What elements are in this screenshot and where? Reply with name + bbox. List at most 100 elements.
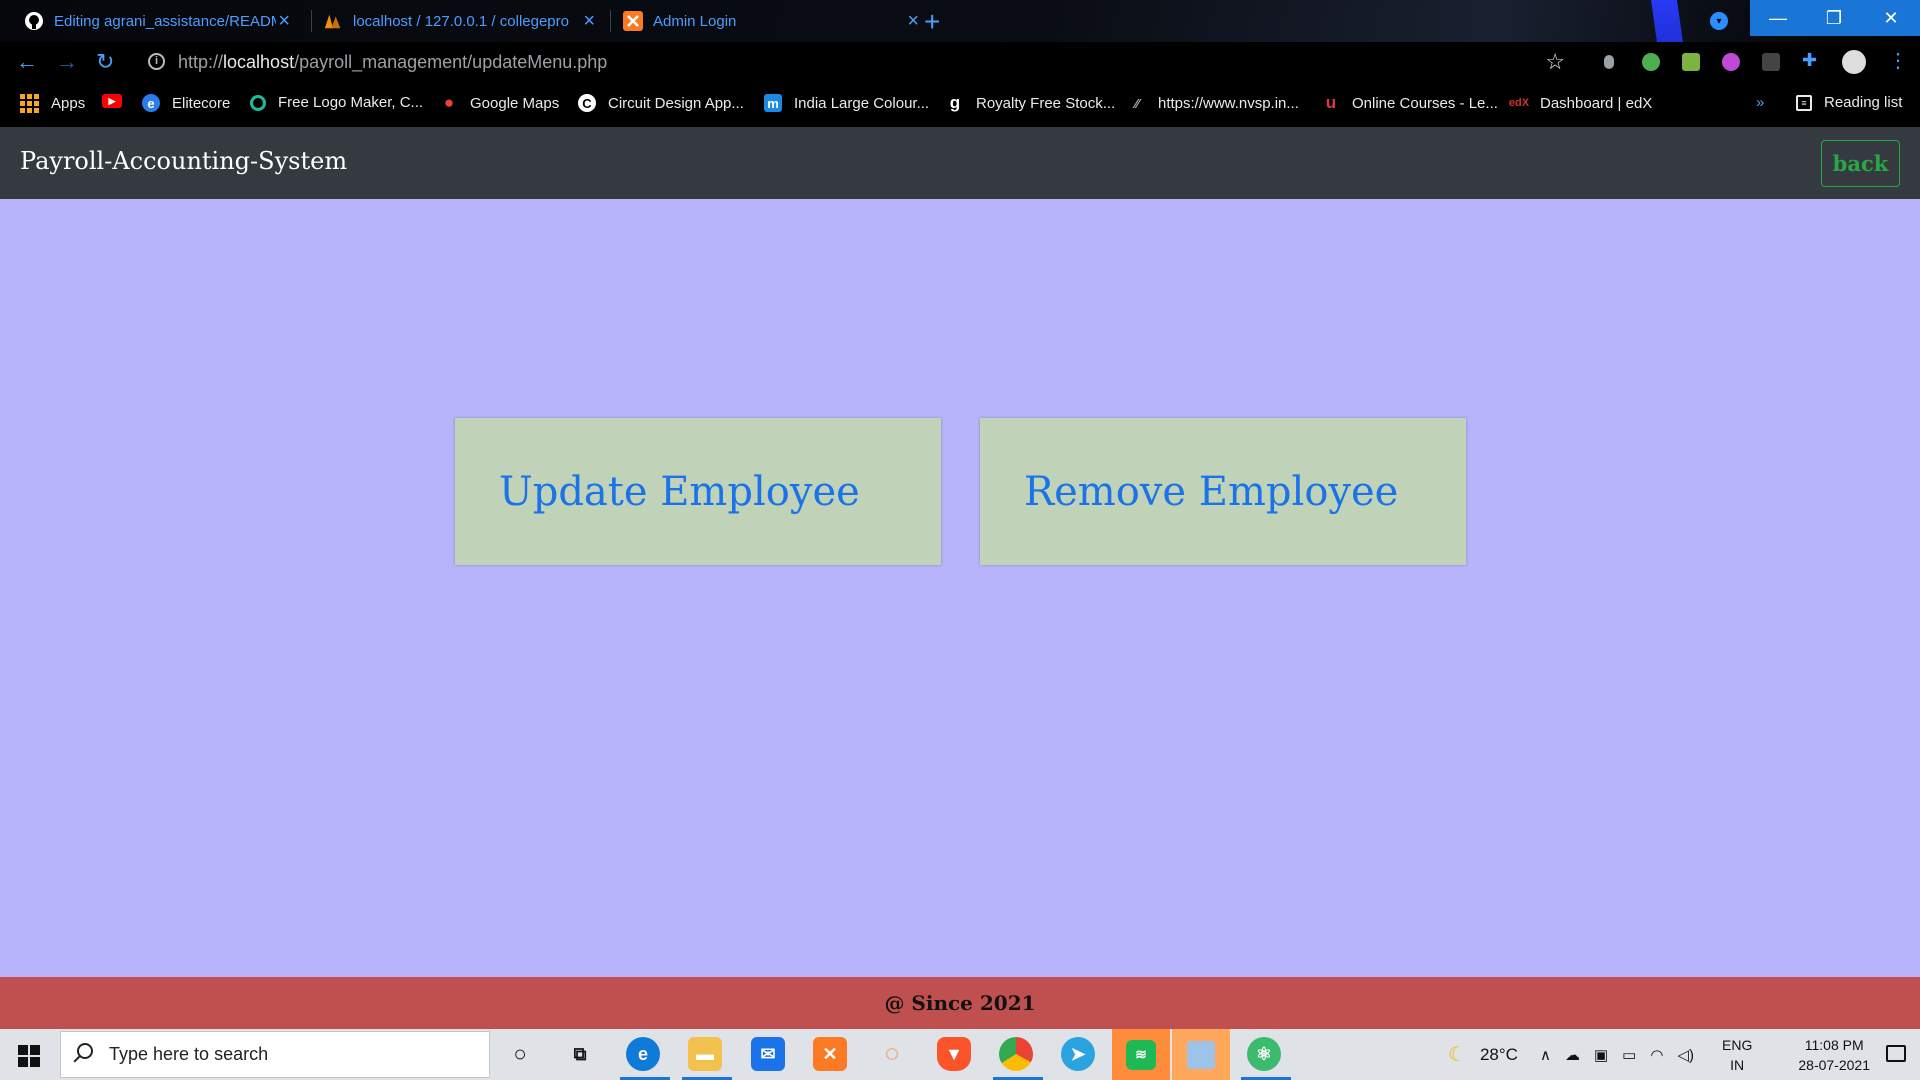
url-text[interactable]: http://localhost/payroll_management/upda… (178, 52, 607, 73)
system-tray: ∧ ☁ ▣ ▭ ◠ ◁) (1540, 1029, 1694, 1080)
reading-list-icon: ≡ (1796, 94, 1812, 111)
close-icon[interactable]: × (583, 11, 595, 31)
xampp-icon[interactable]: ✕ (813, 1037, 847, 1071)
restore-button[interactable]: ❐ (1806, 0, 1862, 36)
github-icon (24, 11, 44, 31)
address-bar[interactable]: i http://localhost/payroll_management/up… (136, 46, 1579, 78)
bookmark-star-icon[interactable]: ☆ (1545, 49, 1565, 75)
edx-icon: edX (1508, 97, 1530, 109)
top-navbar: Payroll-Accounting-System back (0, 127, 1920, 199)
brave-icon[interactable]: ▼ (937, 1037, 971, 1071)
search-icon (77, 1043, 93, 1059)
spotify-icon: ≋ (1126, 1039, 1156, 1070)
taskbar-search[interactable] (60, 1031, 490, 1078)
bookmark-royalty-free[interactable]: g Royalty Free Stock... (946, 93, 1115, 112)
info-icon[interactable]: i (148, 53, 165, 70)
reload-icon[interactable]: ↻ (96, 50, 114, 74)
remove-employee-link[interactable]: Remove Employee (980, 469, 1398, 515)
bookmark-elitecore[interactable]: e Elitecore (142, 94, 230, 112)
nvsp-icon: ⁄⁄ (1134, 95, 1140, 111)
notification-icon[interactable] (1886, 1045, 1906, 1062)
extension-icon[interactable] (1762, 53, 1780, 71)
google-maps-icon: ● (443, 93, 455, 112)
puzzle-icon[interactable]: ✚ (1802, 50, 1820, 70)
notepad-icon (1187, 1040, 1215, 1069)
search-input[interactable] (109, 1044, 469, 1065)
forward-arrow-icon[interactable]: → (56, 50, 78, 74)
reading-list-button[interactable]: ≡ Reading list (1796, 94, 1902, 111)
browser-tab-strip: Editing agrani_assistance/READM × localh… (0, 0, 1920, 42)
back-button[interactable]: back (1821, 140, 1900, 187)
tree-extension-icon[interactable] (1682, 53, 1700, 71)
logo-maker-icon (250, 94, 266, 111)
language-indicator[interactable]: ENG IN (1722, 1035, 1752, 1075)
map-icon: m (764, 94, 782, 112)
cloud-icon[interactable]: ☁ (1565, 1046, 1580, 1064)
bookmark-logo-maker[interactable]: Free Logo Maker, C... (250, 94, 423, 111)
bookmark-nvsp[interactable]: ⁄⁄ https://www.nvsp.in... (1128, 94, 1299, 112)
bookmarks-overflow-button[interactable]: » (1756, 94, 1764, 111)
chrome-icon[interactable] (999, 1037, 1033, 1071)
update-employee-link[interactable]: Update Employee (455, 469, 860, 515)
chevron-up-icon[interactable]: ∧ (1540, 1046, 1551, 1064)
bookmark-edx[interactable]: edX Dashboard | edX (1508, 94, 1652, 112)
windows-start-icon[interactable] (18, 1045, 40, 1067)
avatar[interactable] (1842, 50, 1866, 74)
volume-icon[interactable]: ◁) (1677, 1046, 1694, 1064)
remove-employee-card[interactable]: Remove Employee (980, 418, 1466, 565)
file-explorer-icon[interactable]: ▬ (688, 1037, 722, 1071)
windows-taskbar: ○ ⧉ e ▬ ✉ ✕ ◌ ▼ ➤ ≋ ⚛ ☾ 28°C ∧ ☁ ▣ ▭ ◠ ◁… (0, 1029, 1920, 1080)
bookmark-apps[interactable]: Apps (20, 94, 85, 113)
atom-icon[interactable]: ⚛ (1247, 1037, 1281, 1071)
bookmark-india-map[interactable]: m India Large Colour... (764, 94, 929, 112)
extension-icon[interactable] (1604, 55, 1614, 69)
new-tab-button[interactable]: + (924, 6, 940, 38)
cortana-icon[interactable]: ○ (503, 1037, 537, 1071)
bookmark-youtube[interactable]: ▶ (102, 94, 134, 108)
wifi-icon[interactable]: ◠ (1650, 1046, 1663, 1064)
moon-icon: ☾ (1448, 1044, 1466, 1066)
brand-title[interactable]: Payroll-Accounting-System (20, 147, 347, 175)
extension-icon[interactable] (1642, 53, 1660, 71)
apps-grid-icon (20, 94, 39, 113)
clock[interactable]: 11:08 PM 28-07-2021 (1798, 1035, 1870, 1075)
bookmarks-bar: Apps ▶ e Elitecore Free Logo Maker, C...… (0, 82, 1920, 127)
menu-kebab-icon[interactable]: ⋮ (1888, 48, 1908, 72)
battery-icon[interactable]: ▭ (1622, 1046, 1636, 1064)
udemy-icon: u (1325, 93, 1337, 112)
close-window-button[interactable]: ✕ (1862, 0, 1920, 36)
tab-title: Admin Login (653, 12, 737, 30)
notepad-button[interactable] (1172, 1029, 1230, 1080)
edge-icon[interactable]: e (626, 1037, 660, 1071)
bookmark-circuit-design[interactable]: C Circuit Design App... (578, 94, 744, 112)
extension-icon[interactable] (1722, 53, 1740, 71)
spotify-button[interactable]: ≋ (1112, 1029, 1170, 1080)
bookmark-google-maps[interactable]: ● Google Maps (440, 93, 559, 112)
xampp-icon (623, 11, 643, 31)
bookmark-udemy[interactable]: u Online Courses - Le... (1322, 93, 1498, 112)
tab-admin-login[interactable]: Admin Login × (623, 0, 919, 42)
task-view-icon[interactable]: ⧉ (563, 1037, 597, 1071)
tab-title: localhost / 127.0.0.1 / collegepro (353, 12, 569, 30)
device-icon[interactable]: ▣ (1594, 1046, 1608, 1064)
address-toolbar: ← → ↻ i http://localhost/payroll_managem… (0, 42, 1920, 82)
telegram-icon[interactable]: ➤ (1061, 1037, 1095, 1071)
minimize-button[interactable]: — (1750, 0, 1806, 36)
back-arrow-icon[interactable]: ← (16, 50, 38, 74)
chevron-down-icon[interactable]: ▾ (1710, 12, 1728, 30)
footer-text: @ Since 2021 (884, 991, 1036, 1015)
close-icon[interactable]: × (278, 11, 290, 31)
tab-github[interactable]: Editing agrani_assistance/READM × (24, 0, 290, 42)
mail-icon[interactable]: ✉ (751, 1037, 785, 1071)
circuit-icon: C (578, 94, 596, 112)
tab-divider (610, 10, 611, 32)
tab-divider (311, 10, 312, 32)
weather-widget[interactable]: ☾ 28°C (1448, 1029, 1518, 1080)
jupyter-icon[interactable]: ◌ (875, 1037, 909, 1071)
tab-phpmyadmin[interactable]: localhost / 127.0.0.1 / collegepro × (323, 0, 595, 42)
phpmyadmin-icon (323, 11, 343, 31)
close-icon[interactable]: × (907, 11, 919, 31)
update-employee-card[interactable]: Update Employee (455, 418, 941, 565)
tab-title: Editing agrani_assistance/READM (54, 12, 276, 30)
page-footer: @ Since 2021 (0, 977, 1920, 1029)
